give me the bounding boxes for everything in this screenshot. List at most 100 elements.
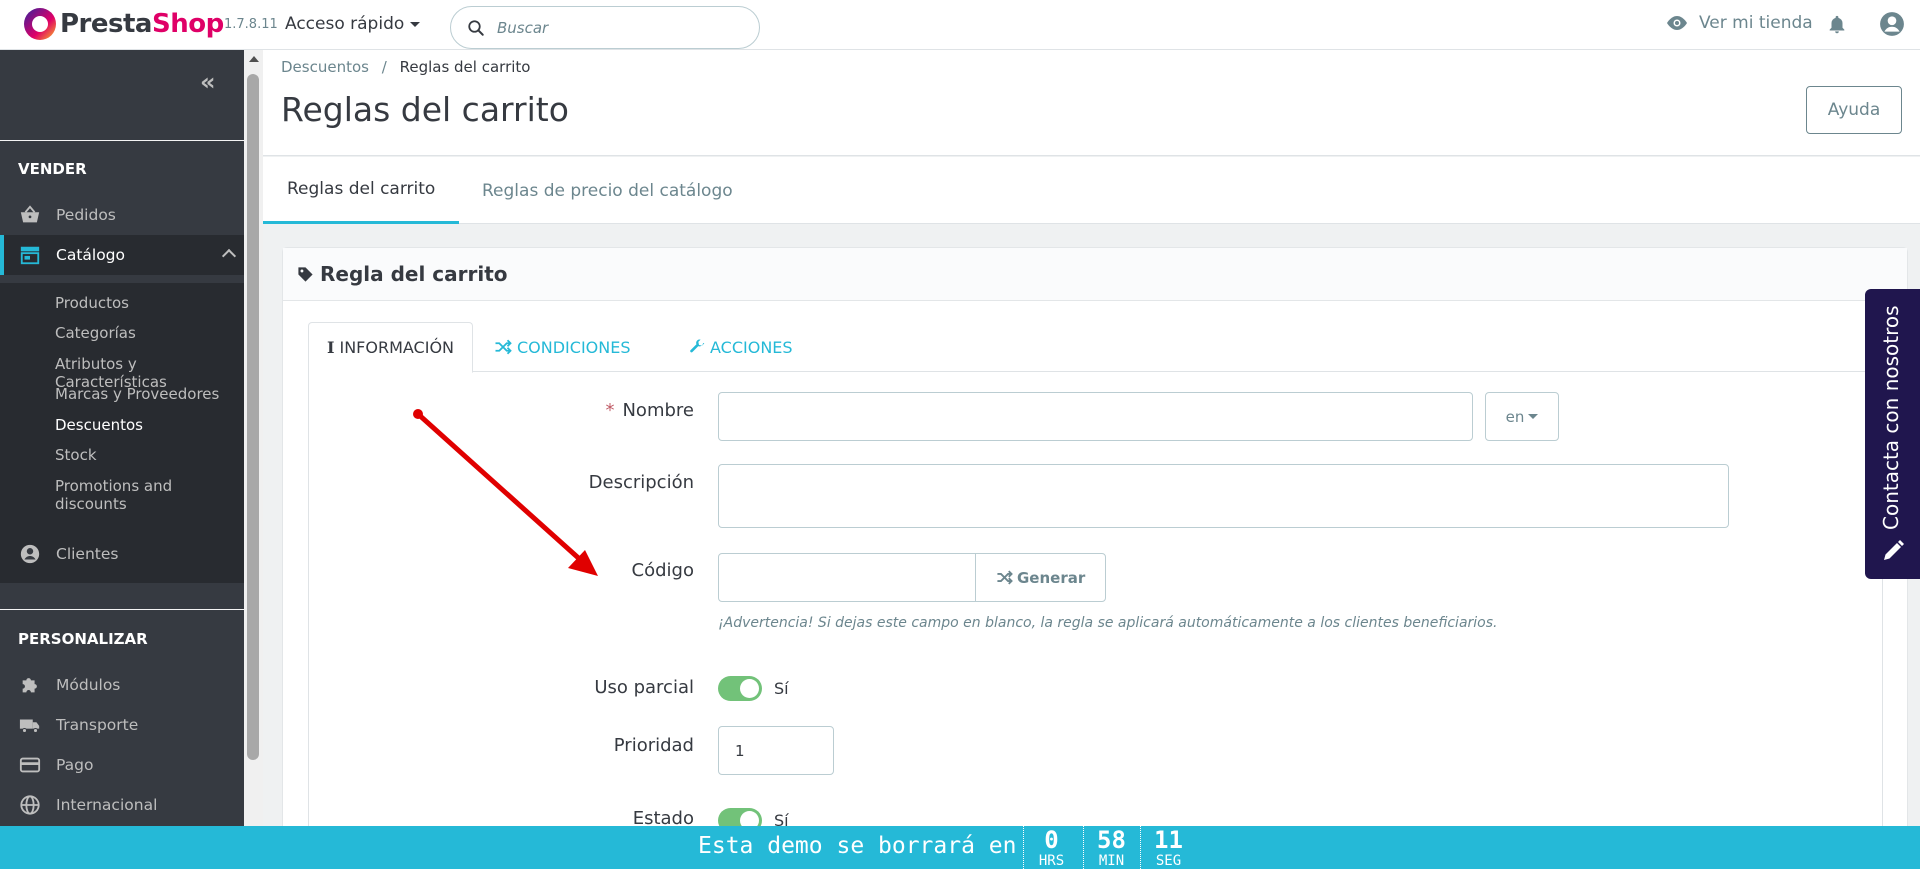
- minutes-unit: MIN: [1098, 853, 1125, 869]
- customer-icon: [20, 544, 40, 564]
- wrench-icon: [690, 339, 705, 353]
- seconds-value: 11: [1154, 826, 1183, 854]
- scrollbar-thumb[interactable]: [247, 74, 259, 760]
- red-arrow-annotation-icon: [413, 409, 598, 576]
- contact-us-tab[interactable]: Contacta con nosotros: [1865, 289, 1920, 579]
- shuffle-icon: [997, 570, 1013, 585]
- tab-label: CONDICIONES: [517, 337, 631, 357]
- seconds-unit: SEG: [1155, 853, 1182, 869]
- sidebar-item-label: Catálogo: [56, 246, 126, 264]
- info-icon: i: [327, 338, 335, 357]
- page-header: Descuentos / Reglas del carrito Reglas d…: [263, 50, 1920, 156]
- cart-rule-tabs: i INFORMACIÓN CONDICIONES ACCIONES: [308, 322, 1883, 373]
- truck-icon: [19, 719, 40, 733]
- sidebar-section-sell: VENDER: [18, 160, 87, 178]
- submenu-item-categories[interactable]: Categorías: [55, 324, 136, 342]
- tab-label: Reglas de precio del catálogo: [482, 180, 733, 201]
- page-tabs: Reglas del carrito Reglas de precio del …: [263, 157, 1920, 224]
- tab-catalog-price-rules[interactable]: Reglas de precio del catálogo: [482, 157, 733, 224]
- sidebar-item-label: Clientes: [56, 545, 119, 563]
- shuffle-icon: [495, 339, 512, 355]
- panel-header: Regla del carrito: [283, 248, 1907, 301]
- breadcrumb: Descuentos / Reglas del carrito: [281, 58, 530, 76]
- view-store-link[interactable]: Ver mi tienda: [1665, 13, 1813, 33]
- tag-icon: [298, 266, 313, 282]
- sidebar-divider: [0, 140, 244, 141]
- sidebar: « VENDER Pedidos Catálogo Productos Cate…: [0, 50, 244, 826]
- sidebar-item-modules[interactable]: Módulos: [0, 665, 244, 705]
- contact-us-label: Contacta con nosotros: [1879, 305, 1903, 531]
- logo-icon: [24, 8, 56, 40]
- name-label-text: Nombre: [622, 400, 694, 421]
- sidebar-item-payment[interactable]: Pago: [0, 745, 244, 785]
- bell-icon[interactable]: [1826, 13, 1848, 37]
- sidebar-item-international[interactable]: Internacional: [0, 785, 244, 825]
- name-input[interactable]: [718, 392, 1473, 441]
- version-label: 1.7.8.11: [224, 17, 278, 32]
- caret-down-icon: [1528, 414, 1539, 419]
- chevron-up-icon: [221, 248, 237, 264]
- generate-label: Generar: [1017, 568, 1086, 587]
- sidebar-item-orders[interactable]: Pedidos: [0, 195, 244, 235]
- quick-access-label: Acceso rápido: [285, 14, 405, 34]
- sidebar-item-shipping[interactable]: Transporte: [0, 705, 244, 745]
- submenu-item-promotions[interactable]: Promotions and discounts: [55, 477, 185, 513]
- prestashop-logo[interactable]: PrestaShop: [24, 8, 224, 40]
- caret-down-icon: [410, 21, 421, 27]
- tab-actions[interactable]: ACCIONES: [689, 322, 793, 372]
- partial-use-toggle[interactable]: [718, 676, 762, 701]
- pencil-icon: [1884, 540, 1904, 560]
- submenu-item-brands[interactable]: Marcas y Proveedores: [55, 385, 219, 403]
- submenu-item-products[interactable]: Productos: [55, 294, 129, 312]
- quick-access-dropdown[interactable]: Acceso rápido: [285, 14, 421, 34]
- generate-code-button[interactable]: Generar: [975, 553, 1107, 602]
- countdown-hours: 0 HRS: [1023, 826, 1079, 869]
- logo-text: PrestaShop: [60, 9, 224, 39]
- sidebar-item-catalog[interactable]: Catálogo: [0, 235, 244, 275]
- countdown-minutes: 58 MIN: [1083, 826, 1139, 869]
- credit-card-icon: [19, 757, 41, 773]
- language-dropdown[interactable]: en: [1485, 392, 1559, 441]
- partial-use-label: Uso parcial: [594, 677, 694, 698]
- scroll-up-arrow-icon[interactable]: [249, 56, 259, 62]
- view-store-label: Ver mi tienda: [1699, 13, 1813, 33]
- hours-unit: HRS: [1038, 853, 1065, 869]
- tab-cart-rules[interactable]: Reglas del carrito: [263, 157, 460, 224]
- tab-label: INFORMACIÓN: [339, 338, 455, 357]
- code-input[interactable]: [718, 553, 976, 602]
- description-textarea[interactable]: [718, 464, 1729, 528]
- priority-label: Prioridad: [613, 735, 694, 756]
- submenu-item-stock[interactable]: Stock: [55, 446, 97, 464]
- search-box: [450, 6, 760, 49]
- search-icon[interactable]: [467, 19, 485, 37]
- sidebar-scrollbar[interactable]: [244, 50, 263, 826]
- collapse-sidebar-button[interactable]: «: [200, 68, 215, 96]
- breadcrumb-parent[interactable]: Descuentos: [281, 58, 369, 76]
- submenu-item-discounts[interactable]: Descuentos: [55, 416, 143, 434]
- help-button[interactable]: Ayuda: [1806, 86, 1902, 134]
- sidebar-item-customers[interactable]: Clientes: [0, 534, 244, 574]
- breadcrumb-separator: /: [381, 58, 387, 76]
- sidebar-item-label: Módulos: [56, 676, 121, 694]
- sidebar-item-label: Internacional: [56, 796, 158, 814]
- demo-countdown-text: Esta demo se borrará en: [698, 833, 1017, 859]
- page-title: Reglas del carrito: [281, 90, 569, 129]
- sidebar-divider: [0, 609, 244, 610]
- sidebar-section-customize: PERSONALIZAR: [18, 630, 148, 648]
- hours-value: 0: [1044, 826, 1059, 854]
- user-account-icon[interactable]: [1879, 11, 1905, 37]
- tab-information[interactable]: i INFORMACIÓN: [308, 322, 474, 373]
- globe-icon: [20, 795, 40, 815]
- sidebar-item-label: Pago: [56, 756, 94, 774]
- tab-conditions[interactable]: CONDICIONES: [494, 322, 631, 372]
- tab-label: ACCIONES: [710, 337, 793, 357]
- eye-icon: [1667, 16, 1687, 30]
- demo-countdown-bar: Esta demo se borrará en 0 HRS 58 MIN 11 …: [0, 826, 1920, 869]
- panel-title-text: Regla del carrito: [320, 262, 508, 286]
- code-hint: ¡Advertencia! Si dejas este campo en bla…: [718, 615, 1498, 631]
- minutes-value: 58: [1097, 826, 1126, 854]
- sidebar-item-label: Pedidos: [56, 206, 116, 224]
- search-input[interactable]: [497, 8, 752, 47]
- priority-input[interactable]: [718, 726, 834, 775]
- top-header: PrestaShop 1.7.8.11 Acceso rápido Ver mi…: [0, 0, 1920, 50]
